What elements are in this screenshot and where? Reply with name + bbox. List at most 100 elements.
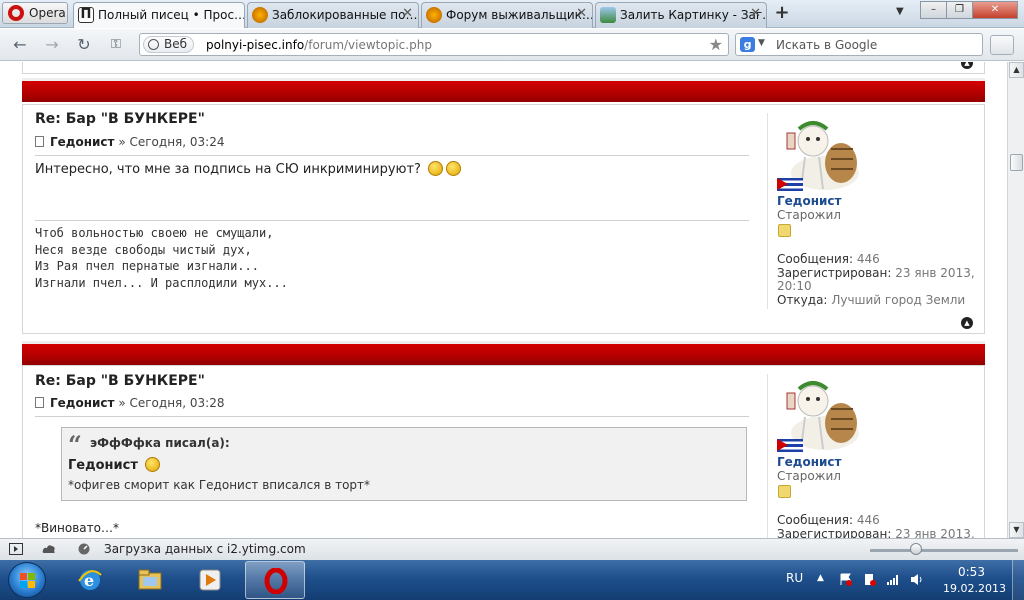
scroll-down-icon[interactable]: ▼ (1009, 522, 1024, 538)
status-bar: Загрузка данных с i2.ytimg.com (0, 538, 1024, 560)
signature-line: Неся везде свободы чистый дух, (35, 242, 252, 257)
go-top-icon[interactable]: ▲ (961, 317, 973, 329)
registered-date: 23 янв 2013, (895, 526, 975, 538)
messages-count[interactable]: 446 (857, 252, 880, 266)
signature-divider (35, 220, 749, 221)
smile-icon (145, 457, 161, 472)
safely-remove-icon[interactable] (862, 573, 876, 586)
key-icon[interactable]: ⚿ (105, 35, 127, 55)
profile-rank: Старожил (777, 469, 841, 483)
survival-favicon-icon (252, 7, 268, 23)
bookmark-star-icon[interactable]: ★ (709, 35, 723, 54)
post-2: Re: Бар "В БУНКЕРЕ" Гедонист » Сегодня, … (22, 365, 985, 538)
tab-blocked[interactable]: Заблокированные по… ✕ (247, 2, 419, 28)
post-icon[interactable] (35, 136, 44, 147)
close-tab-icon[interactable]: ✕ (402, 6, 413, 21)
reload-icon[interactable]: ↻ (73, 35, 95, 55)
taskbar-opera-button[interactable] (245, 561, 305, 599)
tab-bar: Opera П Полный писец • Прос… Заблокирова… (0, 0, 1024, 28)
grin-icon (446, 161, 462, 176)
new-tab-button[interactable]: + (772, 2, 792, 23)
zoom-slider-handle[interactable] (910, 543, 922, 555)
taskbar-explorer-button[interactable] (122, 561, 178, 599)
tab-upload-image[interactable]: Залить Картинку - Заг… ✕ (595, 2, 767, 28)
post-author[interactable]: Гедонист (50, 396, 115, 410)
close-tab-icon[interactable]: ✕ (576, 6, 587, 21)
start-button[interactable] (8, 562, 46, 598)
rank-badge-icon (778, 224, 791, 237)
cuba-flag-icon (777, 178, 803, 191)
post-header-bar (22, 78, 985, 102)
show-desktop-button[interactable] (1012, 560, 1024, 600)
tab-title: Форум выживальщик… (446, 8, 593, 22)
scroll-up-icon[interactable]: ▲ (1009, 62, 1024, 78)
language-indicator[interactable]: RU (786, 571, 803, 585)
post-title[interactable]: Re: Бар "В БУНКЕРЕ" (35, 111, 205, 127)
speedometer-icon[interactable] (77, 543, 91, 555)
post-author[interactable]: Гедонист (50, 135, 115, 149)
post-title[interactable]: Re: Бар "В БУНКЕРЕ" (35, 373, 205, 389)
zoom-slider[interactable] (870, 549, 1018, 552)
chevron-down-icon[interactable]: ▼ (758, 38, 765, 48)
clock-time[interactable]: 0:53 (958, 565, 985, 579)
volume-icon[interactable] (910, 573, 924, 586)
internet-explorer-icon: e (78, 570, 102, 590)
network-signal-icon[interactable] (886, 573, 900, 586)
go-top-icon[interactable]: ▲ (961, 62, 973, 69)
panel-toggle-button[interactable] (990, 35, 1014, 55)
image-favicon-icon (600, 7, 616, 23)
minimize-button[interactable]: – (920, 1, 947, 19)
action-center-flag-icon[interactable] (839, 573, 853, 586)
forward-arrow-icon[interactable]: → (41, 35, 63, 55)
messages-label: Сообщения: (777, 252, 854, 266)
post-meta: Гедонист » Сегодня, 03:24 (35, 135, 224, 149)
messages-count[interactable]: 446 (857, 513, 880, 527)
opera-menu-button[interactable]: Opera (2, 2, 68, 24)
search-input[interactable]: g ▼ Искать в Google (735, 33, 983, 56)
post-time: » Сегодня, 03:24 (118, 135, 225, 149)
close-tab-icon[interactable]: ✕ (750, 6, 761, 21)
search-placeholder: Искать в Google (776, 38, 878, 52)
divider (35, 155, 749, 156)
registered-time: 20:10 (777, 279, 812, 293)
cloud-icon[interactable] (42, 543, 56, 555)
url-field[interactable]: Веб polnyi-pisec.info/forum/viewtopic.ph… (139, 33, 729, 56)
url-text[interactable]: polnyi-pisec.info/forum/viewtopic.php (206, 38, 432, 52)
profile-divider (767, 374, 768, 538)
profile-username[interactable]: Гедонист (777, 455, 842, 469)
survival-favicon-icon (426, 7, 442, 23)
quote-header: эФфФфка писал(а): (90, 436, 230, 450)
post-time: » Сегодня, 03:28 (118, 396, 225, 410)
divider (35, 416, 749, 417)
post-icon[interactable] (35, 397, 44, 408)
tab-list-chevron-down-icon[interactable]: ▼ (896, 6, 904, 17)
profile-username[interactable]: Гедонист (777, 194, 842, 208)
panel-icon[interactable] (9, 543, 23, 555)
clock-date[interactable]: 19.02.2013 (943, 582, 1006, 595)
google-icon[interactable]: g (740, 37, 755, 52)
vertical-scrollbar[interactable]: ▲ ▼ (1007, 62, 1024, 538)
from-label: Откуда: (777, 292, 828, 307)
web-badge-label: Веб (164, 37, 188, 51)
opera-menu-label: Opera (29, 6, 66, 20)
taskbar-media-player-button[interactable] (182, 561, 238, 599)
profile-rank: Старожил (777, 208, 841, 222)
web-badge[interactable]: Веб (143, 36, 195, 53)
tab-title: Полный писец • Прос… (98, 8, 245, 22)
tab-survival-forum[interactable]: Форум выживальщик… ✕ (421, 2, 593, 28)
maximize-button[interactable]: ❐ (946, 1, 973, 19)
post-text: Интересно, что мне за подпись на СЮ инкр… (35, 162, 421, 177)
from-value: Лучший город Земли (831, 292, 966, 307)
windows-logo-icon (20, 581, 27, 588)
windows-logo-icon (28, 581, 35, 588)
registered-label: Зарегистрирован: (777, 526, 892, 538)
scroll-thumb[interactable] (1010, 154, 1023, 171)
tab-title: Заблокированные по… (272, 8, 418, 22)
quote-block: “ эФфФфка писал(а): Гедонист *офигев смо… (61, 427, 747, 501)
tray-expand-icon[interactable]: ▲ (817, 573, 824, 583)
opera-logo-icon (8, 5, 24, 21)
close-window-button[interactable]: ✕ (972, 1, 1018, 19)
tab-polnyi-pisec[interactable]: П Полный писец • Прос… (73, 2, 245, 28)
taskbar-ie-button[interactable]: e (62, 561, 118, 599)
back-arrow-icon[interactable]: ← (9, 35, 31, 55)
